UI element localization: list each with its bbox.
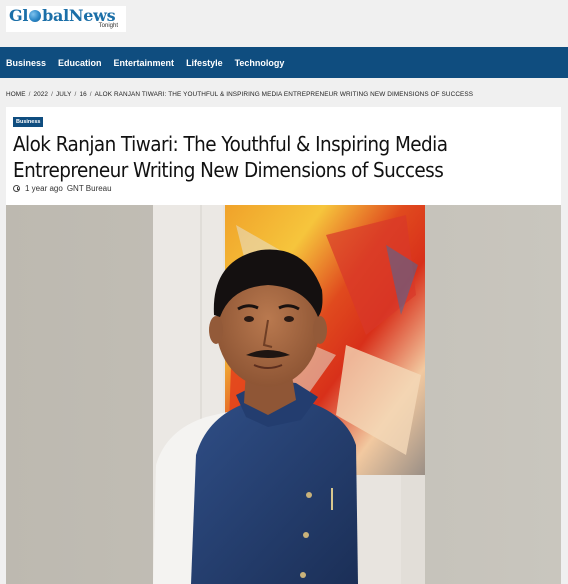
breadcrumb-month[interactable]: JULY [56,91,72,98]
clock-icon [13,185,20,192]
nav-item-lifestyle[interactable]: Lifestyle [186,58,223,68]
article-title-line1: Alok Ranjan Tiwari: The Youthful & Inspi… [13,132,448,156]
breadcrumb-day[interactable]: 16 [79,91,86,98]
globe-icon [29,10,42,22]
page: Gl balNews Tonight Business Education Ent… [0,0,568,584]
nav-item-entertainment[interactable]: Entertainment [114,58,175,68]
logo-tagline: Tonight [98,23,118,29]
category-badge[interactable]: Business [13,117,44,127]
site-header: Gl balNews Tonight [0,0,568,47]
article-title: Alok Ranjan Tiwari: The Youthful & Inspi… [13,131,510,183]
breadcrumb-separator: / [74,91,77,98]
nav-item-education[interactable]: Education [58,58,102,68]
breadcrumb: HOME/2022/JULY/16/ALOK RANJAN TIWARI: TH… [6,91,473,98]
breadcrumb-separator: / [28,91,31,98]
publish-time: 1 year ago [25,184,63,193]
breadcrumb-year[interactable]: 2022 [33,91,48,98]
nav-item-business[interactable]: Business [6,58,46,68]
breadcrumb-separator: / [89,91,92,98]
main-nav: Business Education Entertainment Lifesty… [0,47,568,78]
site-logo[interactable]: Gl balNews Tonight [6,6,126,32]
author-link[interactable]: GNT Bureau [67,184,112,193]
breadcrumb-current: ALOK RANJAN TIWARI: THE YOUTHFUL & INSPI… [94,91,474,98]
article-meta: 1 year ago GNT Bureau [13,184,112,193]
breadcrumb-separator: / [51,91,53,98]
portrait-photo-icon [6,205,561,584]
breadcrumb-home[interactable]: HOME [6,91,26,98]
article-card: Business Alok Ranjan Tiwari: The Youthfu… [6,107,561,584]
article-title-line2: Entrepreneur Writing New Dimensions of S… [13,158,444,182]
nav-item-technology[interactable]: Technology [235,58,285,68]
featured-image [6,205,561,584]
